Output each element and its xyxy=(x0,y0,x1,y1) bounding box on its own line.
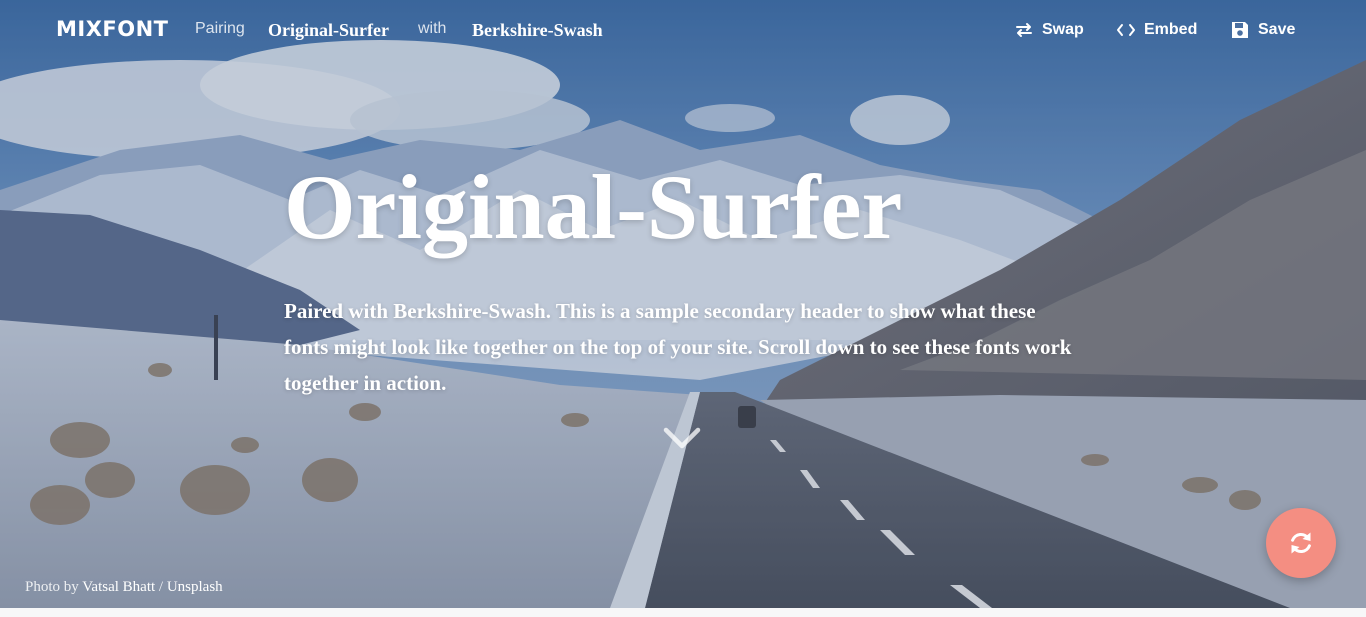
embed-label: Embed xyxy=(1144,21,1198,38)
refresh-pairing-button[interactable] xyxy=(1266,508,1336,578)
hero-headline: Original-Surfer xyxy=(284,156,903,258)
swap-arrows-icon xyxy=(1016,23,1032,37)
logo[interactable]: MIXFONT xyxy=(56,17,169,41)
scroll-down-button[interactable] xyxy=(662,424,702,452)
pairing-label: Pairing xyxy=(195,20,245,37)
credit-author-link[interactable]: Vatsal Bhatt xyxy=(82,579,155,595)
with-label: with xyxy=(418,20,447,37)
credit-separator: / xyxy=(158,579,164,595)
top-navbar: MIXFONT Pairing Original-Surfer with Ber… xyxy=(0,0,1366,60)
credit-prefix: Photo by xyxy=(25,579,79,595)
credit-source-link[interactable]: Unsplash xyxy=(167,579,223,595)
photo-credit: Photo by Vatsal Bhatt / Unsplash xyxy=(25,579,223,596)
secondary-font-name[interactable]: Berkshire-Swash xyxy=(472,20,603,41)
primary-font-name[interactable]: Original-Surfer xyxy=(268,20,389,41)
code-brackets-icon xyxy=(1117,24,1135,36)
swap-button[interactable]: Swap xyxy=(1014,18,1084,42)
floppy-disk-icon xyxy=(1232,22,1248,38)
chevron-down-icon xyxy=(663,427,701,449)
embed-button[interactable]: Embed xyxy=(1116,18,1197,42)
page-bottom-strip xyxy=(0,608,1366,617)
refresh-icon xyxy=(1291,532,1311,554)
swap-label: Swap xyxy=(1042,21,1084,38)
hero-subheadline: Paired with Berkshire-Swash. This is a s… xyxy=(284,299,1072,395)
save-label: Save xyxy=(1258,21,1296,38)
save-button[interactable]: Save xyxy=(1230,18,1295,42)
